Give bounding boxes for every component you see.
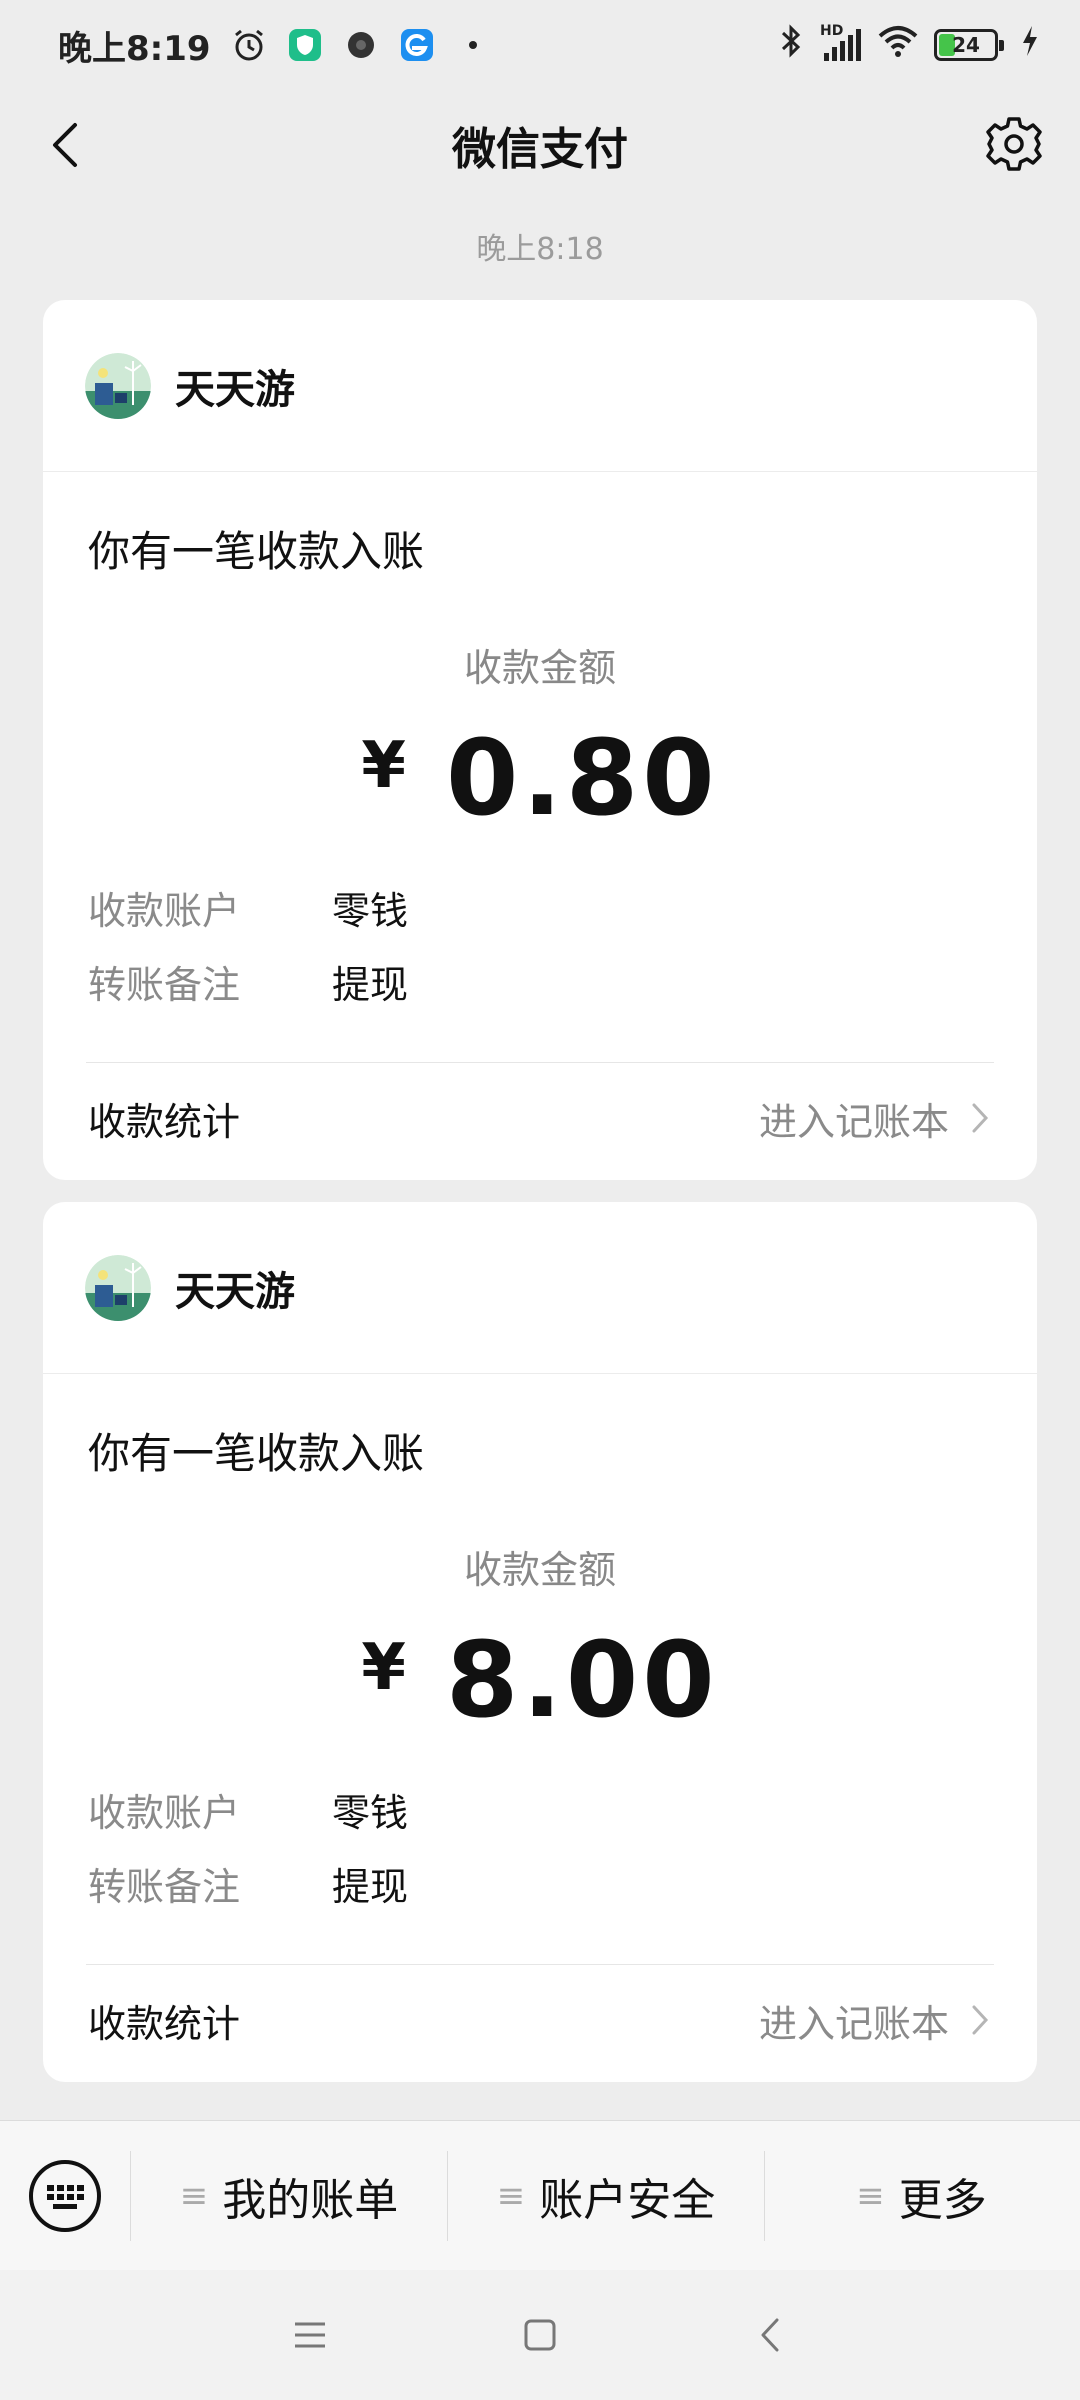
payment-card[interactable]: 天天游 你有一笔收款入账 收款金额 ¥ 0.80 收款账户 零钱 转账备注 提现…	[43, 300, 1037, 1180]
payment-card[interactable]: 天天游 你有一笔收款入账 收款金额 ¥ 8.00 收款账户 零钱 转账备注 提现…	[43, 1202, 1037, 2082]
detail-value: 零钱	[332, 1790, 409, 1835]
detail-key: 收款账户	[88, 888, 241, 933]
card-header: 天天游	[43, 1202, 1037, 1374]
keyboard-toggle-button[interactable]	[0, 2121, 130, 2271]
detail-value: 提现	[332, 1864, 409, 1909]
settings-button[interactable]	[978, 108, 1050, 180]
chevron-right-icon	[969, 2000, 995, 2040]
detail-rows: 收款账户 零钱 转账备注 提现	[43, 838, 1037, 1018]
amount-display: ¥ 0.80	[43, 717, 1037, 839]
menu-account-security[interactable]: ≡ 账户安全	[448, 2121, 764, 2271]
payment-notice: 你有一笔收款入账	[88, 1429, 425, 1478]
amount-value: 0.80	[445, 717, 719, 839]
sender-name: 天天游	[175, 1268, 295, 1315]
ledger-link-row[interactable]: 收款统计 进入记账本	[43, 1965, 1037, 2075]
card-header: 天天游	[43, 300, 1037, 472]
detail-key: 转账备注	[88, 962, 241, 1007]
detail-row-account: 收款账户 零钱	[88, 1772, 992, 1846]
menu-list-icon: ≡	[856, 2175, 885, 2216]
menu-lines-icon	[295, 2322, 325, 2348]
page-title: 微信支付	[452, 124, 628, 175]
dark-circle-app-icon	[341, 25, 381, 65]
ledger-link[interactable]: 进入记账本	[759, 1091, 995, 1146]
ledger-link-label: 进入记账本	[758, 2001, 949, 2046]
bottom-menu-bar: ≡ 我的账单 ≡ 账户安全 ≡ 更多	[0, 2120, 1080, 2270]
nav-bar: 微信支付	[0, 90, 1080, 200]
triangle-back-icon	[761, 2318, 779, 2352]
system-back-button[interactable]	[740, 2305, 800, 2365]
status-bar: 晚上8:19 HD 24	[0, 0, 1080, 90]
amount-label: 收款金额	[463, 1548, 616, 1592]
message-timestamp: 晚上8:18	[476, 232, 604, 267]
menu-more[interactable]: ≡ 更多	[765, 2121, 1078, 2271]
chevron-left-icon	[53, 123, 77, 167]
battery-icon: 24	[934, 29, 1004, 61]
detail-key: 转账备注	[88, 1864, 241, 1909]
chevron-right-icon	[969, 1098, 995, 1138]
detail-key: 收款账户	[88, 1790, 241, 1835]
status-time: 晚上8:19	[58, 28, 211, 69]
gear-icon	[986, 117, 1042, 171]
notification-dot-icon	[453, 25, 493, 65]
detail-rows: 收款账户 零钱 转账备注 提现	[43, 1740, 1037, 1920]
recent-apps-button[interactable]	[280, 2305, 340, 2365]
ledger-link-row[interactable]: 收款统计 进入记账本	[43, 1063, 1037, 1173]
system-nav-bar	[0, 2270, 1080, 2400]
detail-value: 零钱	[332, 888, 409, 933]
charging-icon	[1020, 24, 1040, 67]
amount-label: 收款金额	[463, 646, 616, 690]
ledger-link[interactable]: 进入记账本	[759, 1993, 995, 2048]
ledger-link-label: 进入记账本	[758, 1099, 949, 1144]
stats-label: 收款统计	[88, 1099, 241, 1144]
keyboard-icon	[29, 2159, 101, 2232]
alarm-icon	[229, 25, 269, 65]
detail-row-remark: 转账备注 提现	[88, 1846, 992, 1920]
battery-level: 24	[952, 33, 980, 57]
shield-app-icon	[285, 25, 325, 65]
square-icon	[524, 2319, 556, 2351]
amount-display: ¥ 8.00	[43, 1619, 1037, 1741]
amount-value: 8.00	[445, 1619, 719, 1741]
menu-item-label: 我的账单	[222, 2174, 399, 2226]
browser-app-icon	[397, 25, 437, 65]
bluetooth-icon	[778, 23, 804, 68]
menu-item-label: 更多	[898, 2174, 987, 2226]
currency-symbol: ¥	[361, 729, 406, 803]
menu-list-icon: ≡	[496, 2175, 526, 2216]
stats-label: 收款统计	[88, 2001, 241, 2046]
detail-value: 提现	[332, 962, 409, 1007]
cellular-signal-icon: HD	[820, 23, 862, 65]
back-button[interactable]	[30, 110, 100, 180]
menu-my-bills[interactable]: ≡ 我的账单	[131, 2121, 447, 2271]
wechat-pay-chat-page: 晚上8:19 HD 24 微信支付 晚上8:18 天天游 你有一笔收款入账 收款…	[0, 0, 1080, 2400]
menu-list-icon: ≡	[179, 2175, 209, 2216]
sender-name: 天天游	[175, 366, 295, 413]
status-right-group: HD 24	[778, 23, 1040, 68]
sender-avatar	[85, 352, 151, 419]
detail-row-account: 收款账户 零钱	[88, 870, 992, 944]
detail-row-remark: 转账备注 提现	[88, 944, 992, 1018]
wifi-icon	[878, 24, 918, 67]
payment-notice: 你有一笔收款入账	[88, 527, 425, 576]
currency-symbol: ¥	[361, 1631, 406, 1705]
home-button[interactable]	[510, 2305, 570, 2365]
sender-avatar	[85, 1254, 151, 1321]
menu-item-label: 账户安全	[539, 2174, 716, 2226]
